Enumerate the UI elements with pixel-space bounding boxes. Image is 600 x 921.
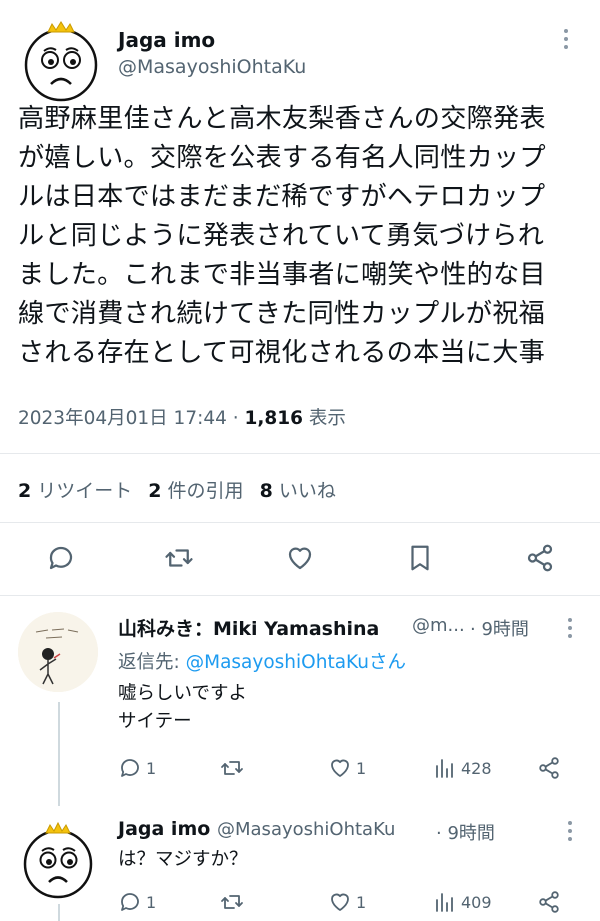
reply-button[interactable]: 1 bbox=[118, 890, 156, 914]
likes-label: いいね bbox=[272, 480, 336, 502]
reply-time[interactable]: · 9時間 bbox=[470, 615, 529, 641]
like-button[interactable]: 1 bbox=[328, 890, 366, 914]
thread-line bbox=[58, 702, 60, 806]
like-count: 1 bbox=[356, 892, 367, 912]
quotes-label: 件の引用 bbox=[161, 480, 244, 502]
more-icon[interactable] bbox=[565, 617, 575, 643]
like-button[interactable]: 1 bbox=[328, 756, 366, 780]
reply-icon bbox=[121, 759, 139, 777]
like-icon bbox=[331, 759, 349, 777]
likes-count: 8 bbox=[259, 480, 273, 502]
like-icon bbox=[331, 893, 349, 911]
user-handle[interactable]: @MasayoshiOhtaKu bbox=[217, 819, 395, 840]
share-icon[interactable] bbox=[525, 543, 555, 573]
reply-text: は？マジすか？ bbox=[118, 849, 248, 870]
tweet-text: 高野麻里佳さんと高木友梨香さんの交際発表 が嬉しい。交際を公表する有名人同性カッ… bbox=[18, 104, 546, 368]
views-icon bbox=[436, 759, 453, 778]
reply-count: 1 bbox=[146, 892, 157, 912]
engagement-stats: 2 リツイート 2 件の引用 8 いいね bbox=[18, 476, 336, 503]
avatar[interactable] bbox=[18, 18, 104, 104]
retweet-button[interactable] bbox=[220, 890, 248, 914]
retweets-count: 2 bbox=[18, 480, 32, 502]
avatar[interactable] bbox=[18, 612, 98, 692]
user-handle[interactable]: @MasayoshiOhtaKu bbox=[118, 56, 306, 78]
reply-to-suffix[interactable]: さん bbox=[369, 652, 406, 673]
more-icon[interactable] bbox=[565, 820, 575, 846]
thread-line bbox=[58, 904, 60, 921]
views-button[interactable]: 409 bbox=[433, 890, 492, 914]
share-icon bbox=[539, 891, 559, 913]
reply-count: 1 bbox=[146, 758, 157, 778]
reply-tweet[interactable]: Jaga imo @MasayoshiOhtaKu · 9時間 は？マジすか？ … bbox=[0, 806, 600, 921]
views-button[interactable]: 428 bbox=[433, 756, 492, 780]
retweet-icon bbox=[221, 761, 243, 775]
retweet-icon bbox=[221, 895, 243, 909]
share-button[interactable] bbox=[537, 756, 565, 780]
divider bbox=[0, 522, 600, 523]
retweets-stat[interactable]: 2 リツイート bbox=[18, 480, 132, 502]
quotes-stat[interactable]: 2 件の引用 bbox=[148, 480, 243, 502]
view-count: 428 bbox=[461, 758, 492, 778]
more-icon[interactable] bbox=[561, 28, 571, 54]
like-count: 1 bbox=[356, 758, 367, 778]
display-name[interactable]: Jaga imo bbox=[118, 28, 215, 52]
tweet-meta: 2023年04月01日 17:44 · 1,816 表示 bbox=[18, 404, 346, 430]
display-name[interactable]: 山科みき：Miki Yamashina bbox=[118, 614, 379, 641]
reply-to-prefix: 返信先: bbox=[118, 652, 186, 673]
reply-time[interactable]: · 9時間 bbox=[436, 819, 495, 845]
divider bbox=[0, 453, 600, 454]
user-handle[interactable]: @m... bbox=[412, 615, 465, 636]
retweet-button[interactable] bbox=[220, 756, 248, 780]
views-count: 1,816 bbox=[244, 408, 304, 429]
reply-tweet[interactable]: 山科みき：Miki Yamashina @m... · 9時間 返信先: @Ma… bbox=[0, 596, 600, 806]
reply-button[interactable]: 1 bbox=[118, 756, 156, 780]
share-button[interactable] bbox=[537, 890, 565, 914]
like-icon[interactable] bbox=[285, 543, 315, 573]
retweet-icon[interactable] bbox=[164, 543, 194, 573]
reply-to: 返信先: @MasayoshiOhtaKuさん bbox=[118, 648, 406, 674]
share-icon bbox=[539, 757, 559, 779]
avatar[interactable] bbox=[18, 820, 98, 900]
reply-to-handle[interactable]: @MasayoshiOhtaKu bbox=[186, 652, 369, 673]
main-tweet: Jaga imo @MasayoshiOhtaKu 高野麻里佳さんと高木友梨香さ… bbox=[0, 0, 600, 595]
bookmark-icon[interactable] bbox=[405, 543, 435, 573]
retweets-label: リツイート bbox=[31, 480, 133, 502]
display-name[interactable]: Jaga imo bbox=[118, 818, 210, 840]
quotes-count: 2 bbox=[148, 480, 162, 502]
timestamp[interactable]: 2023年04月01日 17:44 bbox=[18, 408, 227, 429]
reply-icon[interactable] bbox=[46, 543, 76, 573]
reply-text: 嘘らしいですよ サイテー bbox=[118, 683, 247, 732]
view-count: 409 bbox=[461, 892, 492, 912]
meta-separator: · bbox=[226, 408, 245, 429]
views-icon bbox=[436, 893, 453, 912]
views-label: 表示 bbox=[303, 408, 346, 429]
reply-icon bbox=[121, 893, 139, 911]
likes-stat[interactable]: 8 いいね bbox=[260, 480, 336, 502]
